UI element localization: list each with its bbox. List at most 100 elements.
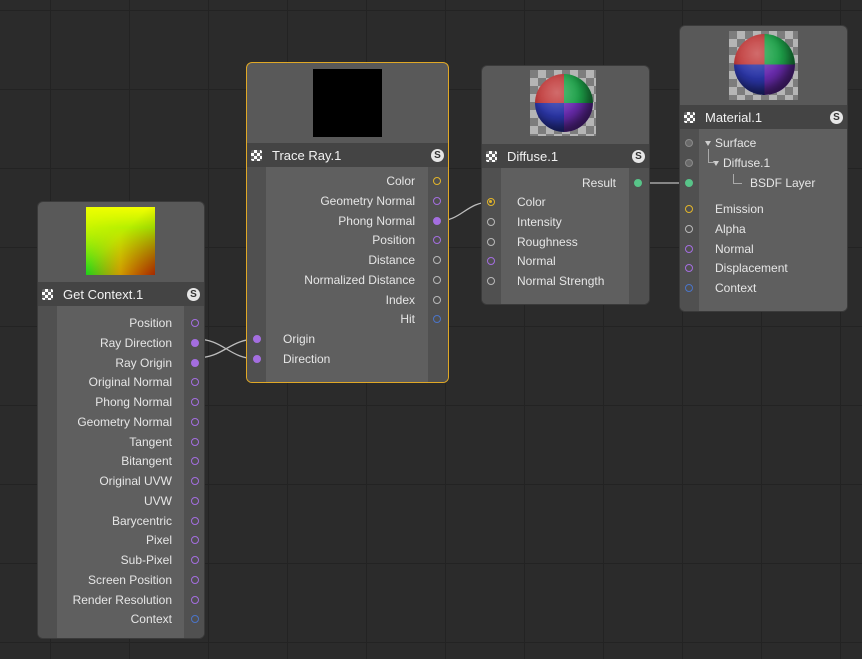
output-port-distance[interactable]: Distance (247, 250, 448, 270)
tree-connector (733, 174, 742, 184)
port-socket[interactable] (685, 205, 693, 213)
solo-badge[interactable]: S (830, 110, 843, 124)
port-socket[interactable] (433, 216, 441, 225)
output-port-pixel[interactable]: Pixel (38, 530, 204, 550)
output-port-barycentric[interactable]: Barycentric (38, 511, 204, 531)
port-socket[interactable] (191, 358, 199, 367)
port-socket[interactable] (191, 398, 199, 406)
port-socket[interactable] (191, 338, 199, 347)
tree-item-diffuse-1[interactable]: Diffuse.1 (680, 153, 847, 173)
port-label: Phong Normal (338, 213, 415, 228)
port-socket[interactable] (433, 196, 441, 205)
port-socket[interactable] (487, 198, 495, 206)
port-socket[interactable] (685, 264, 693, 273)
material-header[interactable]: Material.1 S (680, 105, 847, 129)
port-socket[interactable] (191, 378, 199, 387)
port-label: Ray Direction (99, 335, 172, 350)
output-port-uvw[interactable]: UVW (38, 491, 204, 511)
output-port-index[interactable]: Index (247, 290, 448, 310)
expand-triangle-icon[interactable] (705, 141, 711, 147)
port-socket[interactable] (191, 437, 199, 446)
port-socket[interactable] (487, 277, 495, 285)
input-port-alpha[interactable]: Alpha (680, 219, 847, 239)
output-port-context[interactable]: Context (38, 609, 204, 629)
port-socket[interactable] (191, 615, 199, 624)
output-port-bitangent[interactable]: Bitangent (38, 451, 204, 471)
diffuse-node[interactable]: Diffuse.1 S Result Color Intensity Roughnes… (482, 66, 649, 304)
output-port-color[interactable]: Color (247, 171, 448, 191)
port-socket[interactable] (191, 575, 199, 584)
port-socket[interactable] (685, 244, 693, 253)
port-socket[interactable] (685, 159, 693, 167)
port-socket[interactable] (634, 179, 642, 187)
port-socket[interactable] (487, 217, 495, 226)
output-port-result[interactable]: Result (482, 173, 649, 193)
solo-badge[interactable]: S (187, 287, 200, 301)
port-socket[interactable] (433, 177, 441, 185)
port-socket[interactable] (685, 224, 693, 233)
solo-badge[interactable]: S (431, 148, 444, 162)
port-label: Displacement (715, 261, 788, 276)
port-socket[interactable] (433, 256, 441, 264)
port-socket[interactable] (253, 355, 261, 363)
port-socket[interactable] (191, 496, 199, 505)
input-port-emission[interactable]: Emission (680, 199, 847, 219)
port-socket[interactable] (191, 595, 199, 604)
port-socket[interactable] (487, 237, 495, 246)
output-port-original-normal[interactable]: Original Normal (38, 372, 204, 392)
input-port-intensity[interactable]: Intensity (482, 212, 649, 232)
output-port-render-resolution[interactable]: Render Resolution (38, 590, 204, 610)
output-port-geometry-normal[interactable]: Geometry Normal (38, 412, 204, 432)
output-port-ray-direction[interactable]: Ray Direction (38, 333, 204, 353)
output-port-position[interactable]: Position (247, 230, 448, 250)
solo-badge[interactable]: S (632, 149, 645, 163)
output-port-screen-position[interactable]: Screen Position (38, 570, 204, 590)
output-port-tangent[interactable]: Tangent (38, 432, 204, 452)
trace-ray-header[interactable]: Trace Ray.1 S (247, 143, 448, 167)
port-socket[interactable] (191, 417, 199, 426)
tree-item-bsdf-layer[interactable]: BSDF Layer (680, 173, 847, 193)
input-port-context[interactable]: Context (680, 278, 847, 298)
output-port-normalized-distance[interactable]: Normalized Distance (247, 270, 448, 290)
port-socket[interactable] (433, 315, 441, 324)
port-socket[interactable] (191, 477, 199, 485)
input-port-direction[interactable]: Direction (247, 349, 448, 369)
port-socket[interactable] (433, 295, 441, 304)
output-port-ray-origin[interactable]: Ray Origin (38, 353, 204, 373)
material-node[interactable]: Material.1 S Surface Diffuse.1 BSDF Layer E… (680, 26, 847, 311)
port-socket[interactable] (685, 284, 693, 292)
output-port-phong-normal[interactable]: Phong Normal (38, 392, 204, 412)
diffuse-header[interactable]: Diffuse.1 S (482, 144, 649, 168)
input-port-color[interactable]: Color (482, 192, 649, 212)
input-port-normal[interactable]: Normal (482, 251, 649, 271)
get-context-node[interactable]: Get Context.1 S Position Ray Direction Ray… (38, 202, 204, 638)
input-port-origin[interactable]: Origin (247, 329, 448, 349)
input-port-displacement[interactable]: Displacement (680, 258, 847, 278)
port-socket[interactable] (685, 179, 693, 187)
input-port-normal[interactable]: Normal (680, 239, 847, 259)
trace-ray-node[interactable]: Trace Ray.1 S Color Geometry Normal Phong … (247, 63, 448, 382)
output-port-position[interactable]: Position (38, 313, 204, 333)
port-socket[interactable] (433, 236, 441, 245)
port-socket[interactable] (433, 275, 441, 284)
port-socket[interactable] (685, 139, 693, 147)
tree-item-surface[interactable]: Surface (680, 133, 847, 153)
input-port-normal-strength[interactable]: Normal Strength (482, 271, 649, 291)
output-port-original-uvw[interactable]: Original UVW (38, 471, 204, 491)
output-port-geometry-normal[interactable]: Geometry Normal (247, 191, 448, 211)
port-socket[interactable] (191, 536, 199, 545)
port-label: Normal (715, 241, 754, 256)
port-socket[interactable] (253, 335, 261, 343)
output-port-phong-normal[interactable]: Phong Normal (247, 211, 448, 231)
port-label: Pixel (145, 533, 172, 548)
port-socket[interactable] (191, 457, 199, 466)
input-port-roughness[interactable]: Roughness (482, 232, 649, 252)
port-label: Phong Normal (95, 395, 172, 409)
get-context-header[interactable]: Get Context.1 S (38, 282, 204, 306)
port-socket[interactable] (191, 319, 199, 327)
port-socket[interactable] (191, 516, 199, 525)
output-port-sub-pixel[interactable]: Sub-Pixel (38, 550, 204, 570)
port-socket[interactable] (191, 556, 199, 564)
port-socket[interactable] (487, 257, 495, 266)
output-port-hit[interactable]: Hit (247, 309, 448, 329)
